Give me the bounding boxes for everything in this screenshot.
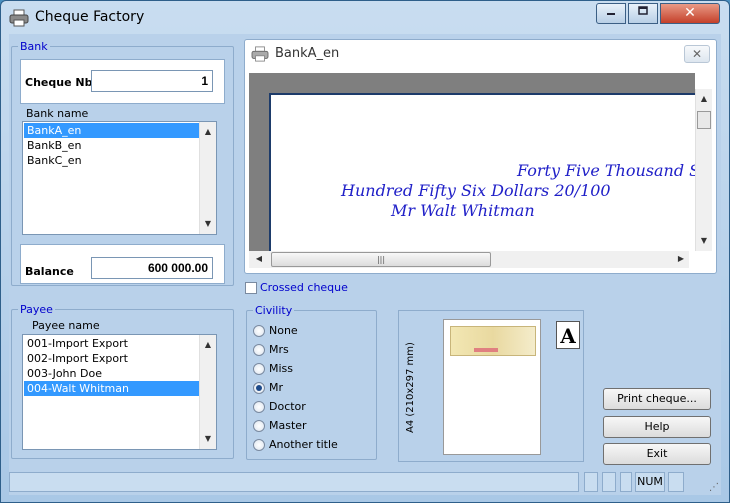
status-cell-4 (668, 472, 684, 492)
payee-list[interactable]: 001-Import Export 002-Import Export 003-Jo… (22, 334, 217, 450)
balance-panel: Balance 600 000.00 (20, 244, 225, 284)
civility-radio-master[interactable] (253, 420, 265, 432)
bank-list-scrollbar[interactable]: ▲ ▼ (199, 122, 216, 234)
list-item[interactable]: 003-John Doe (24, 366, 199, 381)
payee-group: Payee Payee name 001-Import Export 002-Im… (11, 303, 234, 459)
civility-label[interactable]: Miss (269, 362, 293, 375)
preview-vscrollbar[interactable]: ▲ ▼ (695, 89, 712, 251)
crossed-cheque-checkbox[interactable] (245, 282, 257, 294)
list-item[interactable]: BankC_en (24, 153, 199, 168)
scroll-down-icon[interactable]: ▼ (200, 431, 216, 447)
help-button[interactable]: Help (603, 416, 711, 438)
title-bar[interactable]: Cheque Factory ✕ (1, 1, 729, 35)
list-item[interactable]: BankB_en (24, 138, 199, 153)
printer-icon (9, 9, 29, 27)
scroll-left-icon[interactable]: ◀ (251, 251, 267, 267)
print-cheque-button[interactable]: Print cheque... (603, 388, 711, 410)
scroll-up-icon[interactable]: ▲ (696, 91, 712, 107)
window-title: Cheque Factory (35, 9, 145, 25)
cheque-thumbnail-stamp (474, 348, 498, 352)
paper-format-box: A4 (210x297 mm) A (398, 310, 584, 462)
scroll-thumb[interactable]: ||| (271, 252, 491, 267)
cheque-page: Forty Five Thousand Sev Hundred Fifty Si… (269, 93, 695, 251)
status-cell-2 (602, 472, 616, 492)
cheque-nb-label: Cheque Nb (25, 76, 93, 89)
bank-legend: Bank (18, 40, 50, 53)
balance-label: Balance (25, 265, 74, 278)
civility-radio-mr[interactable] (253, 382, 265, 394)
civility-radio-none[interactable] (253, 325, 265, 337)
main-window: Cheque Factory ✕ Bank Cheque Nb 1 Bank n… (0, 0, 730, 503)
maximize-button[interactable] (628, 3, 658, 24)
num-lock-indicator: NUM (635, 472, 665, 492)
status-main (9, 472, 579, 492)
cheque-nb-panel: Cheque Nb 1 (20, 59, 225, 104)
list-item[interactable]: 002-Import Export (24, 351, 199, 366)
bank-name-label: Bank name (26, 107, 89, 120)
amount-words-line1: Forty Five Thousand Sev (517, 161, 695, 180)
status-bar: NUM ⋰ (9, 469, 721, 495)
preview-canvas[interactable]: Forty Five Thousand Sev Hundred Fifty Si… (249, 73, 695, 251)
exit-button[interactable]: Exit (603, 443, 711, 465)
balance-field[interactable]: 600 000.00 (91, 257, 213, 279)
civility-label[interactable]: Another title (269, 438, 338, 451)
payee-name-text: Mr Walt Whitman (391, 201, 535, 220)
civility-radio-mrs[interactable] (253, 344, 265, 356)
scroll-down-icon[interactable]: ▼ (200, 216, 216, 232)
civility-radio-doctor[interactable] (253, 401, 265, 413)
scroll-down-icon[interactable]: ▼ (696, 233, 712, 249)
civility-label[interactable]: None (269, 324, 298, 337)
civility-group: Civility None Mrs Miss Mr Doctor Master Anothe… (246, 304, 377, 460)
civility-label[interactable]: Mrs (269, 343, 289, 356)
list-item[interactable]: 004-Walt Whitman (24, 381, 199, 396)
civility-label[interactable]: Mr (269, 381, 283, 394)
civility-legend: Civility (253, 304, 295, 317)
payee-legend: Payee (18, 303, 55, 316)
close-icon: ✕ (691, 47, 703, 61)
close-button[interactable]: ✕ (660, 3, 720, 24)
payee-name-label: Payee name (32, 319, 100, 332)
civility-radio-miss[interactable] (253, 363, 265, 375)
bank-group: Bank Cheque Nb 1 Bank name BankA_en BankB… (11, 40, 234, 286)
scroll-up-icon[interactable]: ▲ (200, 337, 216, 353)
payee-list-scrollbar[interactable]: ▲ ▼ (199, 335, 216, 449)
paper-format-label: A4 (210x297 mm) (405, 342, 416, 433)
maximize-icon (638, 6, 648, 15)
scroll-right-icon[interactable]: ▶ (673, 251, 689, 267)
civility-label[interactable]: Master (269, 419, 307, 432)
preview-title: BankA_en (275, 46, 340, 61)
crossed-cheque-label[interactable]: Crossed cheque (260, 281, 348, 294)
amount-words-line2: Hundred Fifty Six Dollars 20/100 (341, 181, 611, 200)
civility-radio-another-title[interactable] (253, 439, 265, 451)
civility-label[interactable]: Doctor (269, 400, 306, 413)
resize-grip-icon[interactable]: ⋰ (709, 482, 719, 493)
bank-list[interactable]: BankA_en BankB_en BankC_en ▲ ▼ (22, 121, 217, 235)
list-item[interactable]: BankA_en (24, 123, 199, 138)
scroll-up-icon[interactable]: ▲ (200, 124, 216, 140)
printer-icon (251, 46, 269, 62)
minimize-icon (607, 13, 615, 15)
minimize-button[interactable] (596, 3, 626, 24)
page-thumbnail (443, 319, 541, 455)
status-cell-3 (620, 472, 632, 492)
cheque-preview-window: BankA_en ✕ Forty Five Thousand Sev Hundr… (244, 39, 717, 274)
client-area: Bank Cheque Nb 1 Bank name BankA_en BankB… (9, 34, 721, 469)
list-item[interactable]: 001-Import Export (24, 336, 199, 351)
scroll-thumb[interactable] (697, 111, 711, 129)
font-a-icon[interactable]: A (556, 321, 580, 349)
close-icon: ✕ (684, 5, 696, 21)
preview-hscrollbar[interactable]: ◀ ||| ▶ (249, 251, 689, 268)
preview-close-button[interactable]: ✕ (684, 45, 710, 63)
status-cell-1 (584, 472, 598, 492)
cheque-nb-field[interactable]: 1 (91, 70, 213, 92)
